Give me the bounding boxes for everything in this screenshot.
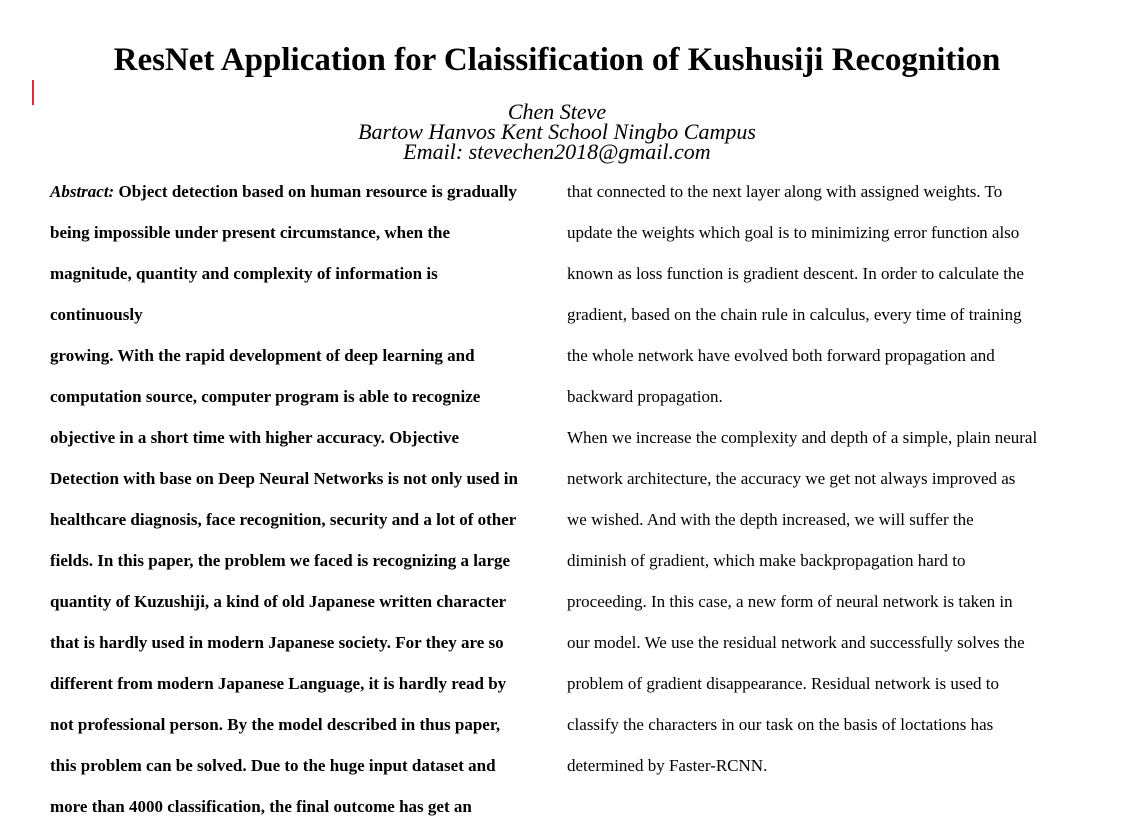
body-column-right: that connected to the next layer along w…	[567, 171, 1087, 786]
body-line: network architecture, the accuracy we ge…	[567, 469, 1016, 488]
abstract-line: healthcare diagnosis, face recognition, …	[50, 510, 517, 529]
abstract-line: not professional person. By the model de…	[50, 715, 501, 734]
body-line: classify the characters in our task on t…	[567, 715, 994, 734]
body-line: backward propagation.	[567, 387, 723, 406]
abstract-line: continuously	[50, 305, 143, 324]
body-line: gradient, based on the chain rule in cal…	[567, 305, 1022, 324]
abstract-line: fields. In this paper, the problem we fa…	[50, 551, 511, 570]
abstract-column: Abstract: Object detection based on huma…	[50, 171, 550, 827]
abstract-line: Abstract: Object detection based on huma…	[50, 171, 550, 212]
abstract-line: Detection with base on Deep Neural Netwo…	[50, 469, 518, 488]
abstract-line: this problem can be solved. Due to the h…	[50, 756, 496, 775]
abstract-line: growing. With the rapid development of d…	[50, 346, 475, 365]
paper-title: ResNet Application for Claissification o…	[113, 42, 1001, 78]
abstract-line: quantity of Kuzushiji, a kind of old Jap…	[50, 592, 507, 611]
body-line: that connected to the next layer along w…	[567, 182, 1003, 201]
body-line: the whole network have evolved both forw…	[567, 346, 995, 365]
author-email: Email: stevechen2018@gmail.com	[403, 139, 711, 164]
abstract-line: being impossible under present circumsta…	[50, 223, 450, 242]
body-line: we wished. And with the depth increased,…	[567, 510, 974, 529]
author-block: Chen Steve Bartow Hanvos Kent School Nin…	[0, 101, 1114, 164]
body-line: proceeding. In this case, a new form of …	[567, 592, 1013, 611]
abstract-line: different from modern Japanese Language,…	[50, 674, 507, 693]
body-line: determined by Faster-RCNN.	[567, 756, 768, 775]
abstract-text: Object detection based on human resource…	[114, 182, 517, 201]
body-line: our model. We use the residual network a…	[567, 633, 1025, 652]
abstract-label: Abstract:	[50, 182, 115, 201]
body-line: diminish of gradient, which make backpro…	[567, 551, 966, 570]
body-line: problem of gradient disappearance. Resid…	[567, 674, 999, 693]
abstract-line: computation source, computer program is …	[50, 387, 481, 406]
abstract-line: objective in a short time with higher ac…	[50, 428, 460, 447]
body-line: update the weights which goal is to mini…	[567, 223, 1020, 242]
body-line: known as loss function is gradient desce…	[567, 264, 1024, 283]
body-line: When we increase the complexity and dept…	[567, 428, 1038, 447]
abstract-line: that is hardly used in modern Japanese s…	[50, 633, 504, 652]
abstract-line: magnitude, quantity and complexity of in…	[50, 264, 438, 283]
